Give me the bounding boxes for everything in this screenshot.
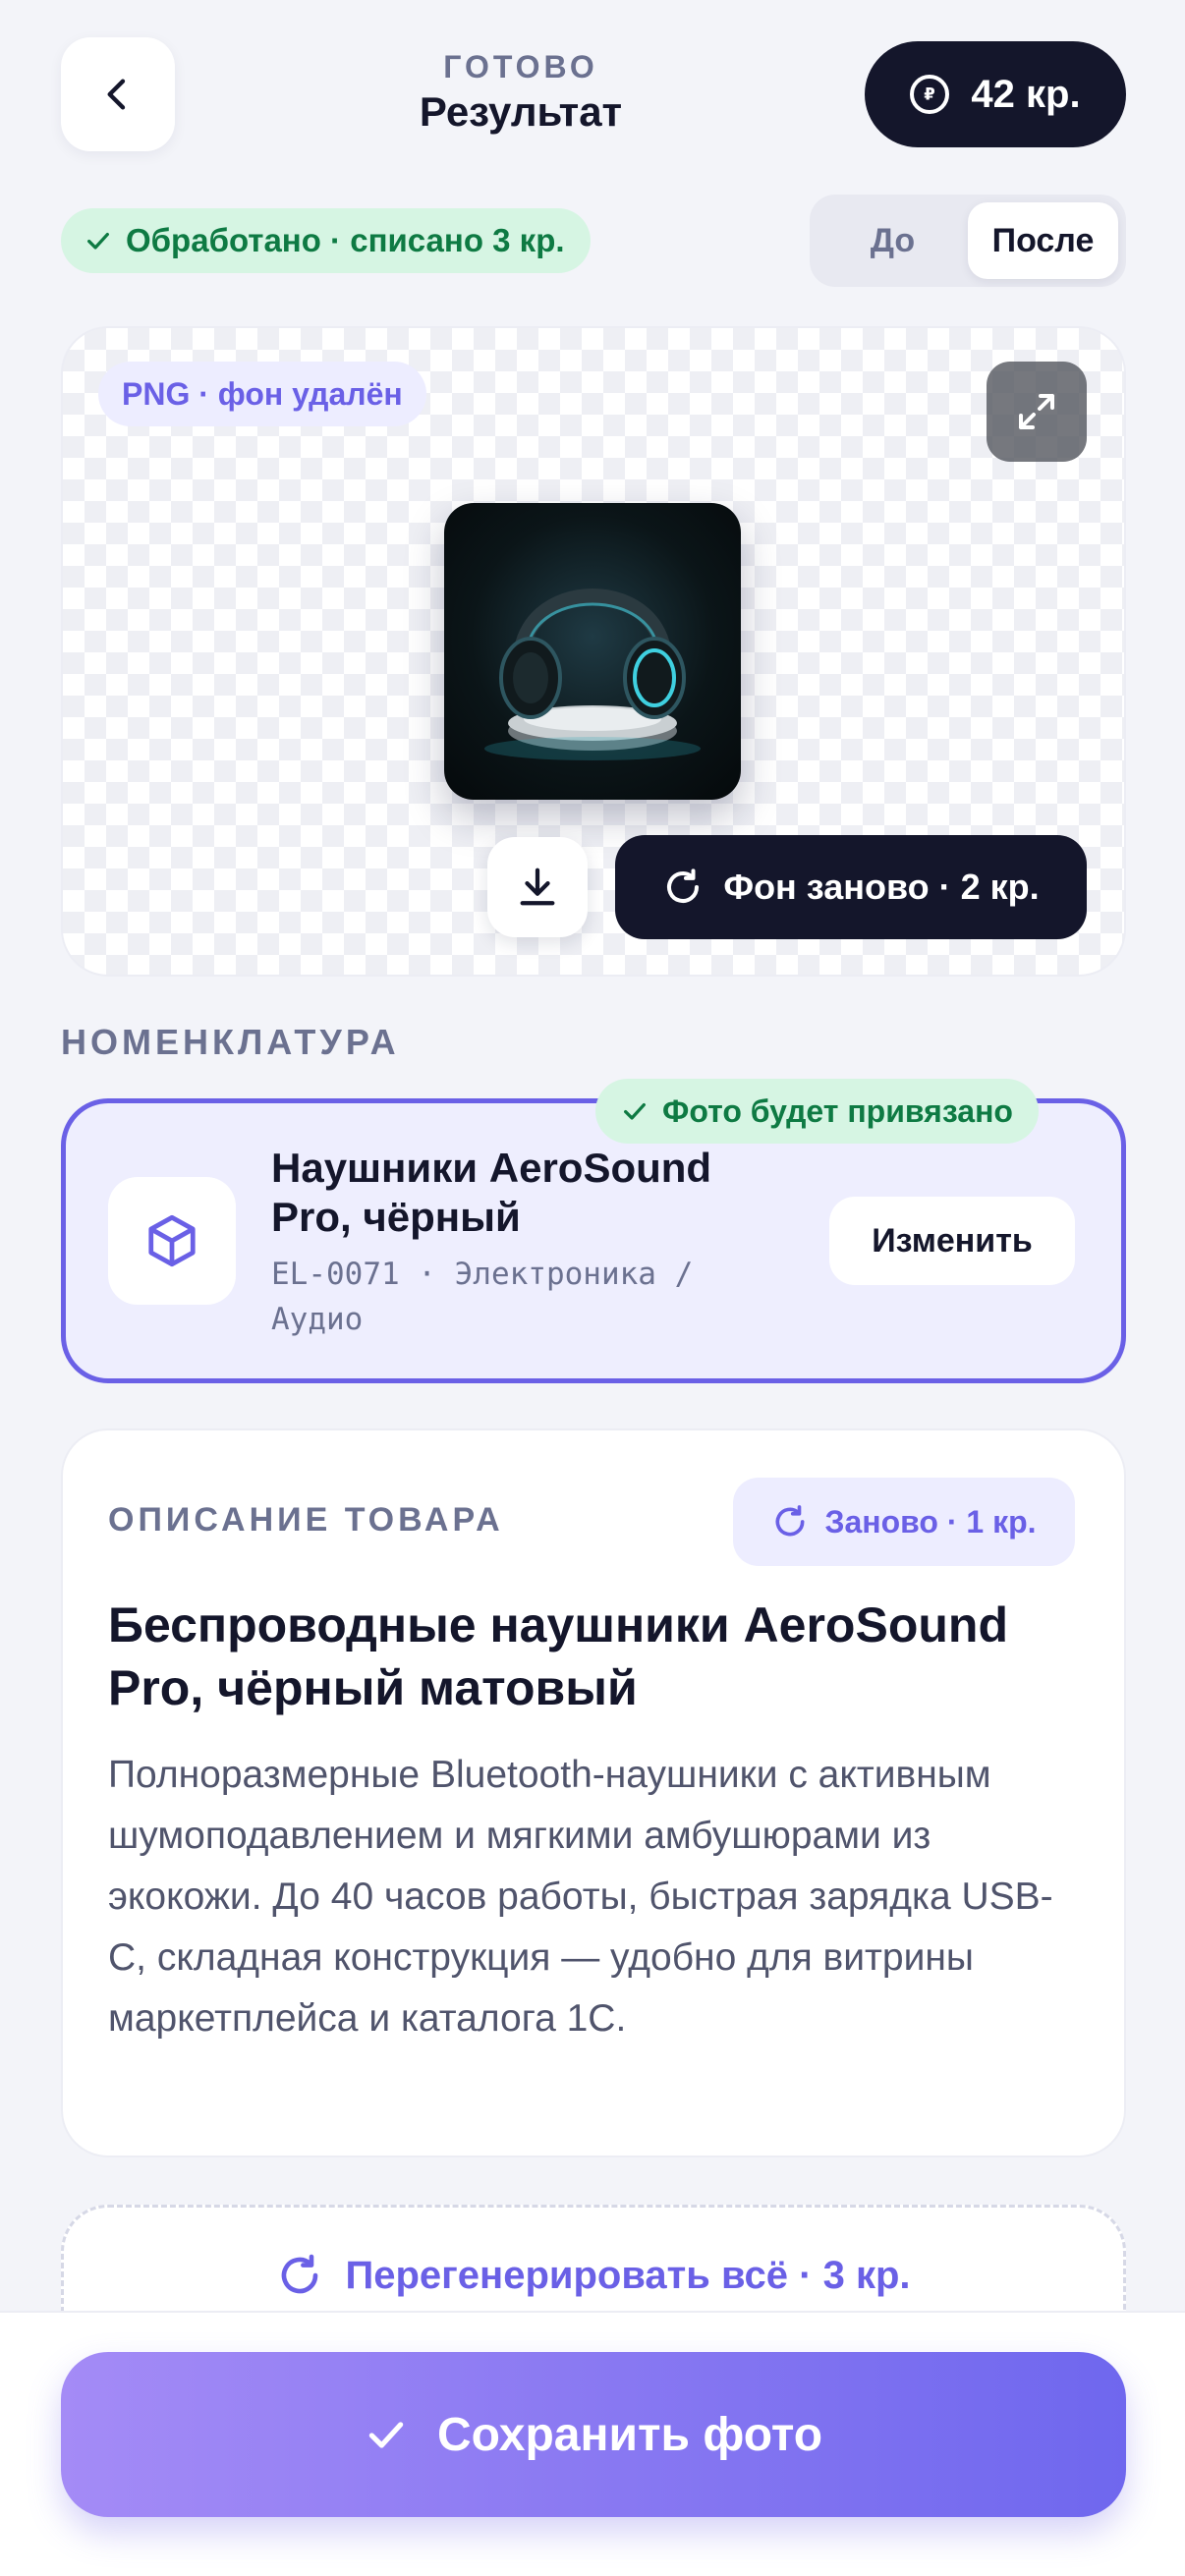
svg-text:₽: ₽ <box>925 85 935 104</box>
processed-status-text: Обработано · списано 3 кр. <box>126 222 565 258</box>
check-icon <box>368 2422 404 2448</box>
regenerate-all-label: Перегенерировать всё · 3 кр. <box>345 2253 911 2297</box>
expand-icon <box>1019 394 1054 429</box>
box-icon <box>148 1214 196 1267</box>
credits-value: 42 кр. <box>971 72 1081 116</box>
refresh-icon <box>667 868 700 903</box>
coin-icon: ₽ <box>910 75 950 114</box>
check-icon <box>87 232 109 250</box>
change-product-button[interactable]: Изменить <box>829 1197 1075 1285</box>
status-caption: ГОТОВО <box>443 49 598 84</box>
regenerate-description-button[interactable]: Заново · 1 кр. <box>733 1478 1075 1566</box>
before-after-toggle: До После <box>810 195 1126 287</box>
product-image <box>444 503 741 800</box>
product-name: Наушники AeroSound Pro, чёрный <box>271 1145 712 1240</box>
nomenclature-section-label: НОМЕНКЛАТУРА <box>61 1022 400 1062</box>
refresh-icon <box>775 1505 805 1537</box>
photo-linked-text: Фото будет привязано <box>662 1092 1013 1129</box>
photo-linked-badge: Фото будет привязано <box>595 1079 1039 1144</box>
regenerate-all-button[interactable]: Перегенерировать всё · 3 кр. <box>61 2236 1126 2315</box>
save-photo-button[interactable]: Сохранить фото <box>61 2352 1126 2517</box>
expand-button[interactable] <box>987 362 1087 462</box>
save-photo-label: Сохранить фото <box>436 2408 823 2461</box>
chevron-left-icon <box>107 79 126 110</box>
regenerate-background-label: Фон заново · 2 кр. <box>723 867 1040 907</box>
description-section-label: ОПИСАНИЕ ТОВАРА <box>108 1501 504 1539</box>
download-icon <box>520 868 555 906</box>
description-body: Полноразмерные Bluetooth-наушники с акти… <box>108 1754 1053 2040</box>
product-box-tile <box>108 1177 236 1305</box>
toggle-after[interactable]: После <box>968 202 1118 279</box>
credits-balance[interactable]: ₽ 42 кр. <box>865 41 1126 147</box>
toggle-before[interactable]: До <box>818 202 968 279</box>
product-sku: EL-0071 · Электроника / Аудио <box>271 1257 694 1337</box>
download-button[interactable] <box>487 837 588 937</box>
back-button[interactable] <box>61 37 175 151</box>
check-icon <box>624 1102 646 1120</box>
processed-status-badge: Обработано · списано 3 кр. <box>61 208 591 273</box>
regenerate-background-button[interactable]: Фон заново · 2 кр. <box>615 835 1087 939</box>
description-title: Беспроводные наушники AeroSound Pro, чёр… <box>108 1597 1008 1715</box>
format-badge: PNG · фон удалён <box>98 362 426 426</box>
refresh-icon <box>282 2254 318 2294</box>
regenerate-description-label: Заново · 1 кр. <box>824 1503 1037 1540</box>
page-title: Результат <box>419 88 623 135</box>
